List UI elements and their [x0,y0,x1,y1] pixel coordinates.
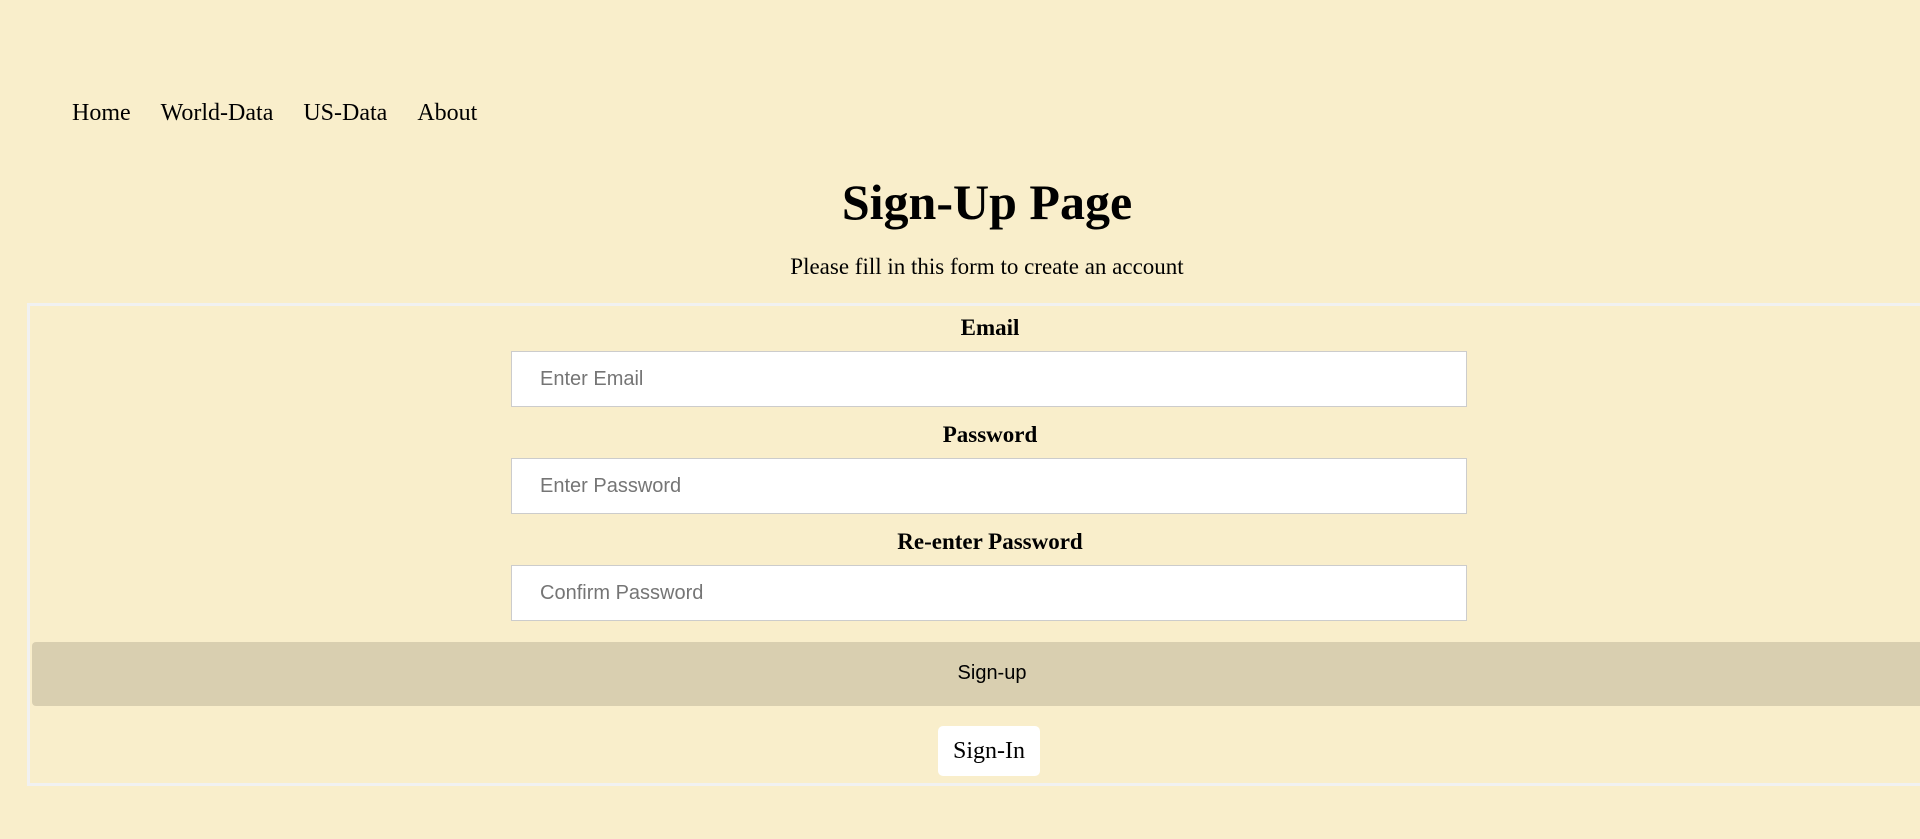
email-label: Email [960,315,1020,340]
signin-button[interactable]: Sign-In [938,726,1040,776]
nav-us-data-link[interactable]: US-Data [303,98,387,128]
password-field[interactable] [511,458,1467,514]
page-subtitle: Please fill in this form to create an ac… [790,254,1184,279]
signup-button-label: Sign-up [957,662,1027,684]
page-title: Sign-Up Page [841,174,1133,230]
email-field[interactable] [511,351,1467,407]
signup-button[interactable]: Sign-up [32,642,1920,706]
password-label: Password [942,422,1038,447]
signup-form: Email Password Re-enter Password Sign-up… [27,303,1920,786]
confirm-password-field[interactable] [511,565,1467,621]
nav-about-link[interactable]: About [417,98,477,128]
nav-world-data-link[interactable]: World-Data [161,98,274,128]
main-nav: Home World-Data US-Data About [72,98,477,128]
nav-home-link[interactable]: Home [72,98,131,128]
confirm-password-label: Re-enter Password [897,529,1083,554]
